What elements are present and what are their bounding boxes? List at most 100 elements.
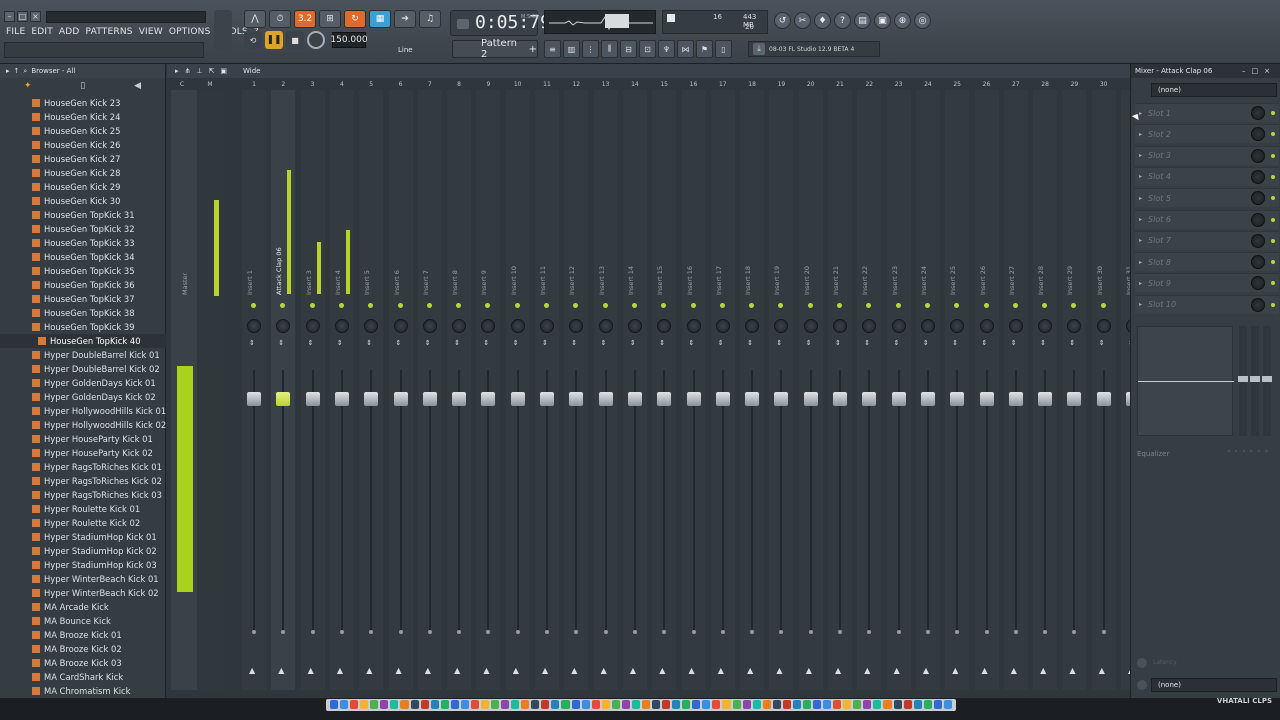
dock-app-icon[interactable]: [440, 700, 449, 709]
slot-mix-knob[interactable]: [1251, 169, 1265, 184]
volume-fader[interactable]: [422, 392, 437, 406]
tempo-display[interactable]: 150.000: [330, 32, 368, 48]
browser-item[interactable]: Hyper HouseParty Kick 02: [0, 446, 166, 460]
dock-app-icon[interactable]: [340, 700, 349, 709]
dock-app-icon[interactable]: [531, 700, 540, 709]
dock-app-icon[interactable]: [802, 700, 811, 709]
send-arrow-icon[interactable]: ▲: [454, 666, 460, 675]
dock-app-icon[interactable]: [863, 700, 872, 709]
volume-fader[interactable]: [481, 392, 496, 406]
dock-app-icon[interactable]: [631, 700, 640, 709]
mixer-insert-strip[interactable]: ⇕ ▲ Insert 24: [915, 90, 941, 690]
mixer-icon[interactable]: ⫼: [601, 40, 618, 58]
enable-led[interactable]: [807, 303, 813, 308]
effect-slot[interactable]: ▸ Slot 10: [1135, 294, 1279, 314]
browser-item[interactable]: Hyper DoubleBarrel Kick 02: [0, 362, 166, 376]
pan-knob[interactable]: [1096, 319, 1111, 333]
enable-led[interactable]: [251, 303, 256, 308]
panel-window-controls[interactable]: –□×: [1242, 67, 1276, 75]
volume-fader[interactable]: [510, 392, 525, 406]
mixer-insert-strip[interactable]: ⇕ ▲ Insert 9: [475, 90, 501, 690]
browser-item[interactable]: Hyper WinterBeach Kick 01: [0, 572, 166, 586]
pause-button[interactable]: ❚❚: [265, 31, 283, 49]
mixer-insert-strip[interactable]: ⇕ ▲ Insert 21: [827, 90, 853, 690]
pan-knob[interactable]: [422, 319, 437, 333]
stereo-swap-icon[interactable]: ⇕: [601, 339, 607, 347]
volume-fader[interactable]: [1067, 392, 1082, 406]
browser-item[interactable]: HouseGen Kick 28: [0, 166, 166, 180]
pan-knob[interactable]: [1008, 319, 1023, 333]
stereo-swap-icon[interactable]: ⇕: [630, 339, 636, 347]
send-arrow-icon[interactable]: ▲: [542, 666, 548, 675]
mixer-insert-strip[interactable]: ⇕ ▲ Insert 3: [300, 90, 326, 690]
pan-knob[interactable]: [891, 319, 906, 333]
browser-item[interactable]: MA CardShark Kick: [0, 670, 166, 684]
dock-app-icon[interactable]: [521, 700, 530, 709]
stereo-swap-icon[interactable]: ⇕: [396, 339, 402, 347]
mixer-insert-strip[interactable]: ⇕ ▲ Insert 23: [886, 90, 912, 690]
dock-app-icon[interactable]: [370, 700, 379, 709]
volume-fader[interactable]: [715, 392, 730, 406]
slot-mix-knob[interactable]: [1251, 127, 1265, 142]
browser-item[interactable]: Hyper DoubleBarrel Kick 01: [0, 348, 166, 362]
mixer-insert-strip[interactable]: ⇕ ▲ Insert 14: [622, 90, 648, 690]
send-arrow-icon[interactable]: ▲: [425, 666, 431, 675]
mixer-insert-strip[interactable]: ⇕ ▲ Insert 18: [739, 90, 765, 690]
volume-fader[interactable]: [774, 392, 789, 406]
route-icon[interactable]: [603, 630, 608, 634]
pan-knob[interactable]: [979, 319, 994, 333]
dock-app-icon[interactable]: [722, 700, 731, 709]
pan-knob[interactable]: [510, 319, 525, 333]
volume-fader[interactable]: [305, 392, 320, 406]
volume-fader[interactable]: [334, 392, 349, 406]
mixer-insert-strip[interactable]: ⇕ ▲ Insert 4: [329, 90, 355, 690]
mixer-insert-strip[interactable]: ⇕ ▲ Insert 28: [1032, 90, 1058, 690]
stereo-swap-icon[interactable]: ⇕: [425, 339, 431, 347]
dock-app-icon[interactable]: [752, 700, 761, 709]
enable-led[interactable]: [690, 303, 696, 308]
mixer-insert-strip[interactable]: ⇕ ▲ Insert 12: [563, 90, 589, 690]
clipboard-icon[interactable]: ▤: [854, 12, 871, 29]
dock-app-icon[interactable]: [541, 700, 550, 709]
mixer-insert-strip[interactable]: ⇕ ▲ Insert 13: [593, 90, 619, 690]
pan-knob[interactable]: [334, 319, 349, 333]
enable-led[interactable]: [895, 303, 901, 308]
slot-enable-led[interactable]: [1271, 132, 1275, 137]
mixer-insert-strip[interactable]: ⇕ ▲ Insert 30: [1091, 90, 1117, 690]
slot-mix-knob[interactable]: [1251, 255, 1265, 270]
stereo-swap-icon[interactable]: ⇕: [747, 339, 753, 347]
wait-record-icon[interactable]: ⏱: [269, 10, 291, 28]
dock-app-icon[interactable]: [571, 700, 580, 709]
mixer-insert-strip[interactable]: ⇕ ▲ Insert 6: [388, 90, 414, 690]
route-icon[interactable]: [1013, 630, 1018, 634]
browser-item[interactable]: HouseGen TopKick 38: [0, 306, 166, 320]
download-icon[interactable]: ⤓: [753, 43, 765, 55]
stereo-swap-icon[interactable]: ⇕: [776, 339, 782, 347]
volume-fader[interactable]: [364, 392, 379, 406]
undo-icon[interactable]: ↺: [774, 12, 791, 29]
save-icon[interactable]: ▣: [874, 12, 891, 29]
dock-app-icon[interactable]: [903, 700, 912, 709]
menu-item[interactable]: EDIT: [31, 27, 53, 37]
route-icon[interactable]: [310, 630, 315, 634]
touch-controller-icon[interactable]: ♆: [658, 40, 675, 58]
send-arrow-icon[interactable]: ▲: [689, 666, 695, 675]
dock-app-icon[interactable]: [883, 700, 892, 709]
send-arrow-icon[interactable]: ▲: [513, 666, 519, 675]
arrow-icon[interactable]: ➔: [394, 10, 416, 28]
send-arrow-icon[interactable]: ▲: [1099, 666, 1105, 675]
effect-slot[interactable]: ▸ Slot 2: [1135, 124, 1279, 144]
enable-led[interactable]: [309, 303, 315, 308]
enable-led[interactable]: [397, 303, 403, 308]
browser-item[interactable]: Hyper GoldenDays Kick 02: [0, 390, 166, 404]
dock-app-icon[interactable]: [581, 700, 590, 709]
expand-icon[interactable]: ▸: [1139, 152, 1142, 159]
dock-app-icon[interactable]: [873, 700, 882, 709]
browser-item[interactable]: MA Chromatism Kick: [0, 684, 166, 698]
stereo-swap-icon[interactable]: ⇕: [308, 339, 314, 347]
enable-led[interactable]: [1100, 303, 1106, 308]
browser-item[interactable]: Hyper Roulette Kick 02: [0, 516, 166, 530]
pan-knob[interactable]: [920, 319, 935, 333]
mixer-insert-strip[interactable]: ⇕ ▲ Insert 7: [417, 90, 443, 690]
eq-graph[interactable]: [1137, 326, 1234, 436]
